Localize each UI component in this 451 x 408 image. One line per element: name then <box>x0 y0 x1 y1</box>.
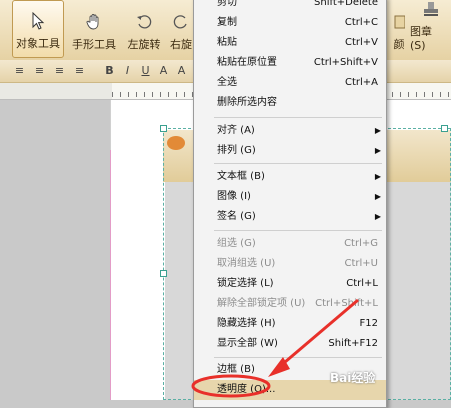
menu-item-copy[interactable]: 复制 Ctrl+C <box>194 13 386 33</box>
submenu-arrow-icon: ▶ <box>374 172 381 181</box>
watermark: Bai经验 <box>330 371 376 385</box>
resize-handle-top-left[interactable] <box>160 125 167 132</box>
menu-item-arrange[interactable]: 排列 (G) ▶ <box>194 141 386 161</box>
context-menu: 剪切 Shift+Delete 复制 Ctrl+C 粘贴 Ctrl+V 粘贴在原… <box>193 0 387 408</box>
justify-icon[interactable]: ≡ <box>72 63 87 78</box>
subscript-button[interactable]: A <box>174 63 189 78</box>
submenu-arrow-icon: ▶ <box>374 146 381 155</box>
menu-item-lock-selection[interactable]: 锁定选择 (L) Ctrl+L <box>194 274 386 294</box>
align-right-icon[interactable]: ≡ <box>52 63 67 78</box>
menu-item-paste-in-place[interactable]: 粘贴在原位置 Ctrl+Shift+V <box>194 53 386 73</box>
rotate-right-button[interactable]: 右旋 <box>168 0 194 58</box>
cursor-icon <box>32 12 45 30</box>
rotate-left-label: 左旋转 <box>127 38 161 51</box>
rotate-right-label: 右旋 <box>170 38 192 51</box>
align-center-icon[interactable]: ≡ <box>32 63 47 78</box>
resize-handle-left[interactable] <box>160 270 167 277</box>
menu-separator <box>214 357 382 358</box>
menu-item-select-all[interactable]: 全选 Ctrl+A <box>194 73 386 93</box>
color-label: 颜 <box>393 38 405 51</box>
menu-item-group[interactable]: 组选 (G) Ctrl+G <box>194 234 386 254</box>
menu-item-show-all[interactable]: 显示全部 (W) Shift+F12 <box>194 334 386 354</box>
ruler-margin <box>0 83 112 99</box>
menu-item-signature[interactable]: 签名 (G) ▶ <box>194 207 386 227</box>
submenu-arrow-icon: ▶ <box>374 192 381 201</box>
menu-separator <box>214 163 382 164</box>
menu-item-cut[interactable]: 剪切 Shift+Delete <box>194 0 386 13</box>
object-tool-label: 对象工具 <box>16 37 60 50</box>
resize-handle-top-right[interactable] <box>441 125 448 132</box>
menu-item-image[interactable]: 图像 (I) ▶ <box>194 187 386 207</box>
menu-item-paste[interactable]: 粘贴 Ctrl+V <box>194 33 386 53</box>
menu-item-align[interactable]: 对齐 (A) ▶ <box>194 121 386 141</box>
color-button[interactable]: 颜 <box>388 0 410 58</box>
object-tool-button[interactable]: 对象工具 <box>12 0 64 58</box>
menu-separator <box>214 117 382 118</box>
menu-item-textbox[interactable]: 文本框 (B) ▶ <box>194 167 386 187</box>
rotate-right-icon <box>173 15 187 29</box>
menu-item-unlock-all[interactable]: 解除全部锁定项 (U) Ctrl+Shift+L <box>194 294 386 314</box>
menu-item-delete-selection[interactable]: 删除所选内容 <box>194 93 386 113</box>
bold-button[interactable]: B <box>102 63 117 78</box>
align-left-icon[interactable]: ≡ <box>12 63 27 78</box>
margin-guide <box>110 150 111 400</box>
submenu-arrow-icon: ▶ <box>374 126 381 135</box>
color-icon <box>394 15 405 29</box>
stamp-icon <box>423 2 438 16</box>
stamp-button[interactable]: 图章 (S) <box>410 0 451 58</box>
hand-icon <box>86 14 99 30</box>
rotate-left-button[interactable]: 左旋转 <box>122 0 166 58</box>
canvas-background <box>0 100 110 400</box>
rotate-left-icon <box>137 15 152 29</box>
hand-tool-button[interactable]: 手形工具 <box>68 0 120 58</box>
menu-item-hide-selection[interactable]: 隐藏选择 (H) F12 <box>194 314 386 334</box>
menu-item-ungroup[interactable]: 取消组选 (U) Ctrl+U <box>194 254 386 274</box>
stamp-label: 图章 (S) <box>410 25 432 52</box>
menu-separator <box>214 230 382 231</box>
underline-button[interactable]: U <box>138 63 153 78</box>
submenu-arrow-icon: ▶ <box>374 212 381 221</box>
hand-tool-label: 手形工具 <box>72 38 116 51</box>
superscript-button[interactable]: A <box>156 63 171 78</box>
italic-button[interactable]: I <box>120 63 135 78</box>
